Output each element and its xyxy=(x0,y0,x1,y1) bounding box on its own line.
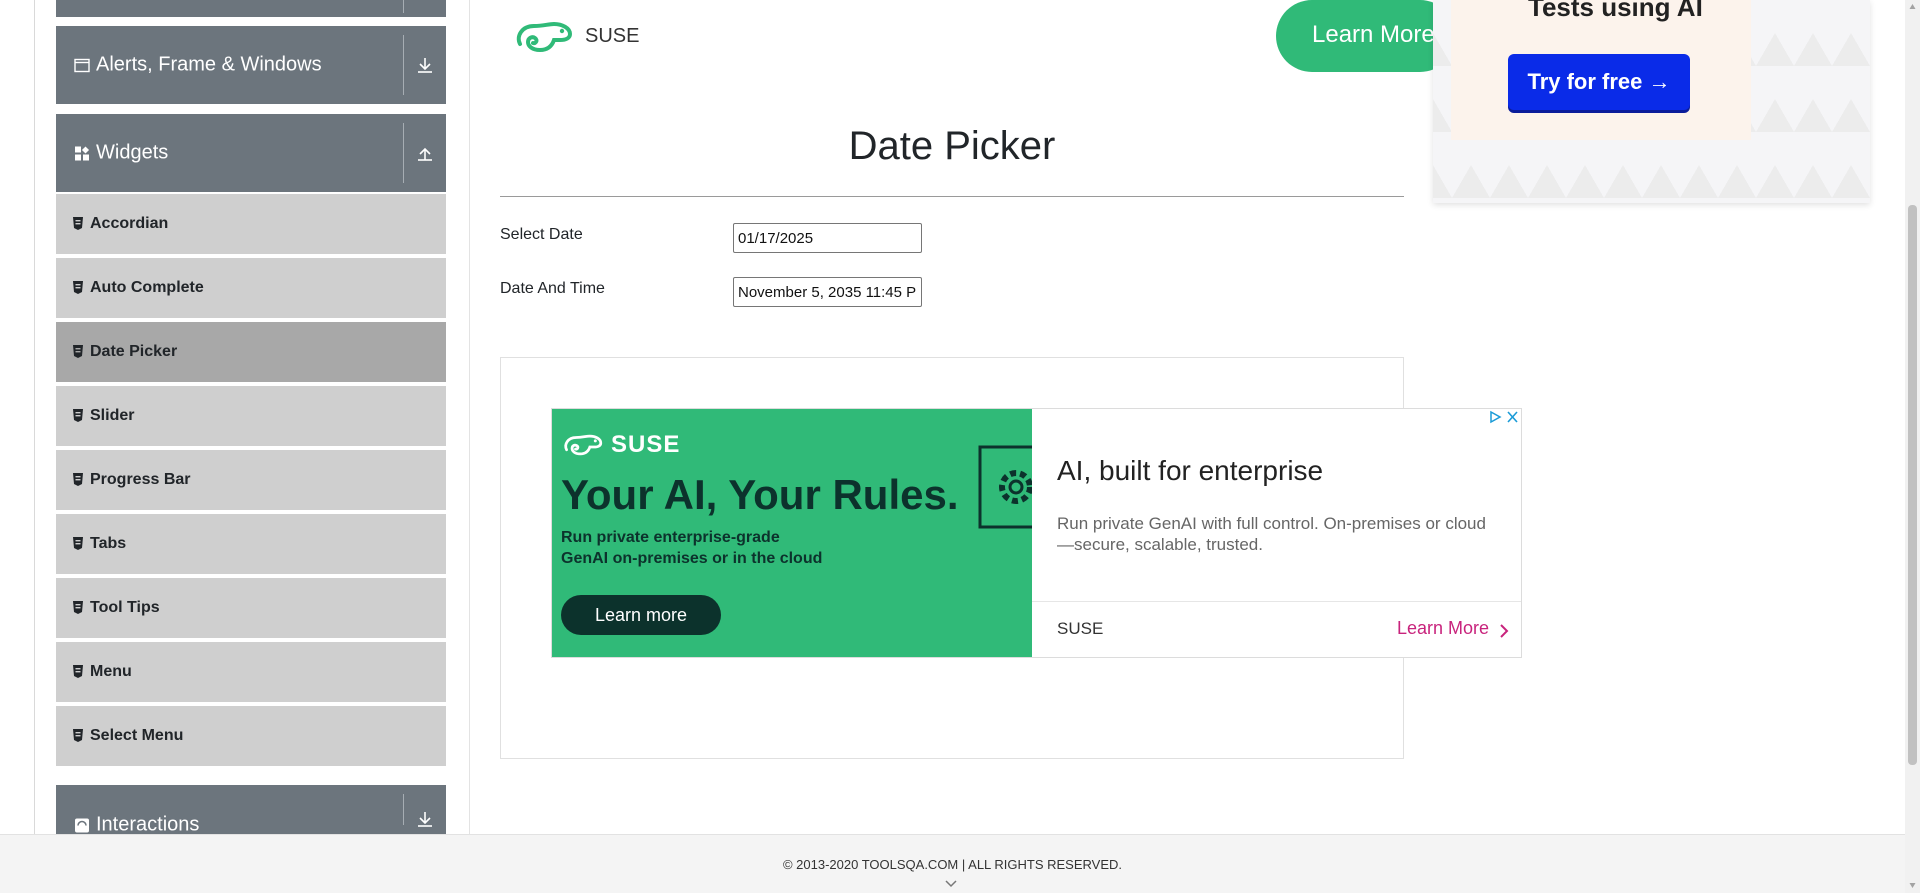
html5-icon xyxy=(73,729,83,742)
ad-subheadline-line: Run private enterprise-grade xyxy=(561,529,780,546)
html5-icon xyxy=(73,409,83,422)
sidebar-item-tool-tips[interactable]: Tool Tips xyxy=(56,578,446,640)
select-date-input[interactable] xyxy=(733,223,922,253)
ad-learn-more-link[interactable]: Learn More xyxy=(1397,618,1489,639)
ad-learn-more-button[interactable]: Learn more xyxy=(561,595,721,635)
close-icon[interactable] xyxy=(1504,409,1521,425)
sidebar-item-slider[interactable]: Slider xyxy=(56,386,446,448)
window-icon xyxy=(74,58,90,72)
sidebar-border xyxy=(469,0,470,834)
sidebar-group-label: Alerts, Frame & Windows xyxy=(96,53,322,76)
ad-subheadline-line: GenAI on-premises or in the cloud xyxy=(561,550,823,567)
sidebar-item-label: Tool Tips xyxy=(90,599,160,616)
scroll-down-arrow-icon[interactable] xyxy=(1909,882,1916,889)
sidebar-item-label: Slider xyxy=(90,407,135,424)
sidebar-item-tabs[interactable]: Tabs xyxy=(56,514,446,576)
group-divider xyxy=(403,35,404,95)
sidebar-item-label: Select Menu xyxy=(90,727,184,744)
sidebar-item-label: Date Picker xyxy=(90,343,178,360)
ad-brand-text: SUSE xyxy=(611,431,681,458)
sidebar-item-progress-bar[interactable]: Progress Bar xyxy=(56,450,446,512)
date-and-time-input[interactable] xyxy=(733,277,922,307)
ad-subheadline: Run private enterprise-grade GenAI on-pr… xyxy=(561,527,861,569)
sidebar-group-alerts[interactable]: Alerts, Frame & Windows xyxy=(56,26,446,104)
ad-text-panel[interactable]: AI, built for enterprise Run private Gen… xyxy=(1032,409,1521,657)
sidebar-item-label: Auto Complete xyxy=(90,279,204,296)
html5-icon xyxy=(73,473,83,486)
try-for-free-button[interactable]: Try for free → xyxy=(1508,54,1690,110)
adchoices-icon[interactable] xyxy=(1487,409,1504,425)
ad-description: Run private GenAI with full control. On-… xyxy=(1057,514,1486,554)
sidebar-item-label: Accordian xyxy=(90,215,169,232)
suse-chameleon-logo[interactable] xyxy=(514,18,574,56)
adchoices[interactable] xyxy=(1487,409,1521,425)
download-arrow-icon[interactable] xyxy=(414,54,436,76)
scroll-up-arrow-icon[interactable] xyxy=(1909,3,1916,10)
sidebar-item-label: Tabs xyxy=(90,535,127,552)
vertical-scrollbar[interactable] xyxy=(1905,0,1920,893)
suse-brand-text: SUSE xyxy=(585,25,640,47)
html5-icon xyxy=(73,345,83,358)
left-border xyxy=(34,0,35,834)
page-title: Date Picker xyxy=(848,124,1056,168)
sidebar-item-date-picker[interactable]: Date Picker xyxy=(56,322,446,384)
ad-panel: Tests using AI Try for free → xyxy=(1451,0,1751,140)
chevron-down-icon[interactable] xyxy=(944,879,958,889)
group-divider xyxy=(403,123,404,183)
ad-advertiser: SUSE xyxy=(1057,619,1104,638)
ad-title: Tests using AI xyxy=(1528,0,1703,22)
sidebar-group-widgets[interactable]: Widgets xyxy=(56,114,446,192)
date-and-time-label: Date And Time xyxy=(500,280,605,297)
widgets-grid-icon xyxy=(75,145,90,160)
upload-arrow-icon[interactable] xyxy=(414,142,436,164)
copyright-text: © 2013-2020 TOOLSQA.COM | ALL RIGHTS RES… xyxy=(782,857,1123,872)
chevron-right-icon[interactable] xyxy=(1497,622,1511,640)
sidebar-item-label: Menu xyxy=(90,663,132,680)
group-divider xyxy=(403,0,404,13)
html5-icon xyxy=(73,665,83,678)
sidebar-item-select-menu[interactable]: Select Menu xyxy=(56,706,446,768)
ad-creative[interactable]: SUSE Your AI, Your Rules. Run private en… xyxy=(552,409,1032,657)
ad-divider xyxy=(1032,601,1521,602)
sidebar-group-label: Widgets xyxy=(96,141,169,164)
download-arrow-icon[interactable] xyxy=(414,808,436,830)
suse-chameleon-logo xyxy=(564,434,603,456)
ai-testing-ad[interactable]: Tests using AI Try for free → xyxy=(1433,0,1870,203)
title-divider xyxy=(500,196,1404,197)
scrollbar-thumb[interactable] xyxy=(1908,205,1917,765)
group-divider xyxy=(403,794,404,825)
interactions-icon xyxy=(75,818,89,832)
suse-display-ad[interactable]: SUSE Your AI, Your Rules. Run private en… xyxy=(551,408,1522,658)
ad-brand: SUSE xyxy=(561,431,680,459)
sidebar-item-label: Progress Bar xyxy=(90,471,191,488)
select-date-label: Select Date xyxy=(500,226,583,243)
learn-more-button[interactable]: Learn More xyxy=(1276,0,1456,72)
html5-icon xyxy=(73,281,83,294)
sidebar-item-menu[interactable]: Menu xyxy=(56,642,446,704)
html5-icon xyxy=(73,537,83,550)
sidebar-group-forms[interactable] xyxy=(56,0,446,17)
html5-icon xyxy=(73,217,83,230)
sidebar-item-accordian[interactable]: Accordian xyxy=(56,194,446,256)
ad-headline: Your AI, Your Rules. xyxy=(561,471,959,518)
sidebar-item-auto-complete[interactable]: Auto Complete xyxy=(56,258,446,320)
page-footer: © 2013-2020 TOOLSQA.COM | ALL RIGHTS RES… xyxy=(0,834,1905,893)
html5-icon xyxy=(73,601,83,614)
ad-heading: AI, built for enterprise xyxy=(1057,455,1324,486)
sidebar-group-label: Interactions xyxy=(96,813,200,835)
monitor-gear-icon xyxy=(978,445,1032,529)
sidebar-group-interactions[interactable]: Interactions xyxy=(56,785,446,834)
